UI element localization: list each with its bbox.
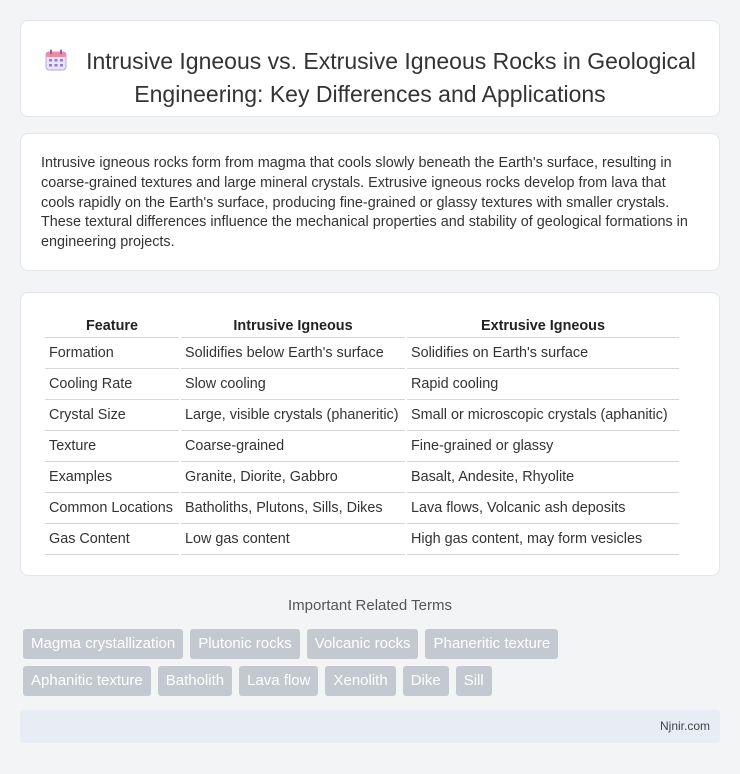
- page-title: Intrusive Igneous vs. Extrusive Igneous …: [41, 45, 699, 111]
- calendar-icon: [45, 49, 67, 71]
- cell-feature: Crystal Size: [45, 400, 179, 431]
- related-terms-heading: Important Related Terms: [288, 597, 452, 614]
- tag-aphanitic-texture[interactable]: Aphanitic texture: [23, 666, 151, 696]
- footer: Njnir.com: [20, 710, 720, 743]
- cell-intrusive: Large, visible crystals (phaneritic): [181, 400, 405, 431]
- header-feature: Feature: [45, 315, 179, 338]
- table-row: Common Locations Batholiths, Plutons, Si…: [45, 493, 679, 524]
- intro-paragraph: Intrusive igneous rocks form from magma …: [41, 155, 688, 251]
- footer-brand[interactable]: Njnir.com: [660, 719, 710, 733]
- cell-feature: Formation: [45, 338, 179, 369]
- header-extrusive: Extrusive Igneous: [407, 315, 679, 338]
- cell-extrusive: Solidifies on Earth's surface: [407, 338, 679, 369]
- table-row: Texture Coarse-grained Fine-grained or g…: [45, 431, 679, 462]
- cell-feature: Texture: [45, 431, 179, 462]
- tag-row: Aphanitic texture Batholith Lava flow Xe…: [23, 666, 623, 696]
- tag-sill[interactable]: Sill: [455, 666, 492, 696]
- comparison-table: Feature Intrusive Igneous Extrusive Igne…: [43, 315, 681, 555]
- cell-intrusive: Coarse-grained: [181, 431, 405, 462]
- cell-extrusive: Fine-grained or glassy: [407, 431, 679, 462]
- cell-feature: Cooling Rate: [45, 369, 179, 400]
- cell-extrusive: Lava flows, Volcanic ash deposits: [407, 493, 679, 524]
- cell-extrusive: Basalt, Andesite, Rhyolite: [407, 462, 679, 493]
- tag-plutonic-rocks[interactable]: Plutonic rocks: [190, 629, 300, 659]
- cell-extrusive: Rapid cooling: [407, 369, 679, 400]
- related-terms-tags: Magma crystallization Plutonic rocks Vol…: [23, 629, 623, 703]
- tag-batholith[interactable]: Batholith: [157, 666, 233, 696]
- tag-lava-flow[interactable]: Lava flow: [239, 666, 319, 696]
- tag-volcanic-rocks[interactable]: Volcanic rocks: [306, 629, 419, 659]
- cell-intrusive: Granite, Diorite, Gabbro: [181, 462, 405, 493]
- header-intrusive: Intrusive Igneous: [181, 315, 405, 338]
- cell-feature: Gas Content: [45, 524, 179, 555]
- cell-extrusive: High gas content, may form vesicles: [407, 524, 679, 555]
- table-header-row: Feature Intrusive Igneous Extrusive Igne…: [45, 315, 679, 338]
- cell-intrusive: Solidifies below Earth's surface: [181, 338, 405, 369]
- cell-intrusive: Slow cooling: [181, 369, 405, 400]
- tag-magma-crystallization[interactable]: Magma crystallization: [23, 629, 184, 659]
- cell-extrusive: Small or microscopic crystals (aphanitic…: [407, 400, 679, 431]
- title-card: Intrusive Igneous vs. Extrusive Igneous …: [20, 20, 720, 117]
- table-row: Cooling Rate Slow cooling Rapid cooling: [45, 369, 679, 400]
- table-row: Gas Content Low gas content High gas con…: [45, 524, 679, 555]
- tag-dike[interactable]: Dike: [402, 666, 449, 696]
- cell-feature: Common Locations: [45, 493, 179, 524]
- intro-card: Intrusive igneous rocks form from magma …: [20, 133, 720, 271]
- tag-row: Magma crystallization Plutonic rocks Vol…: [23, 629, 623, 659]
- table-row: Formation Solidifies below Earth's surfa…: [45, 338, 679, 369]
- cell-intrusive: Low gas content: [181, 524, 405, 555]
- comparison-card: Feature Intrusive Igneous Extrusive Igne…: [20, 292, 720, 576]
- page-title-text: Intrusive Igneous vs. Extrusive Igneous …: [86, 48, 696, 107]
- tag-phaneritic-texture[interactable]: Phaneritic texture: [425, 629, 559, 659]
- cell-intrusive: Batholiths, Plutons, Sills, Dikes: [181, 493, 405, 524]
- cell-feature: Examples: [45, 462, 179, 493]
- table-row: Examples Granite, Diorite, Gabbro Basalt…: [45, 462, 679, 493]
- tag-xenolith[interactable]: Xenolith: [325, 666, 396, 696]
- table-row: Crystal Size Large, visible crystals (ph…: [45, 400, 679, 431]
